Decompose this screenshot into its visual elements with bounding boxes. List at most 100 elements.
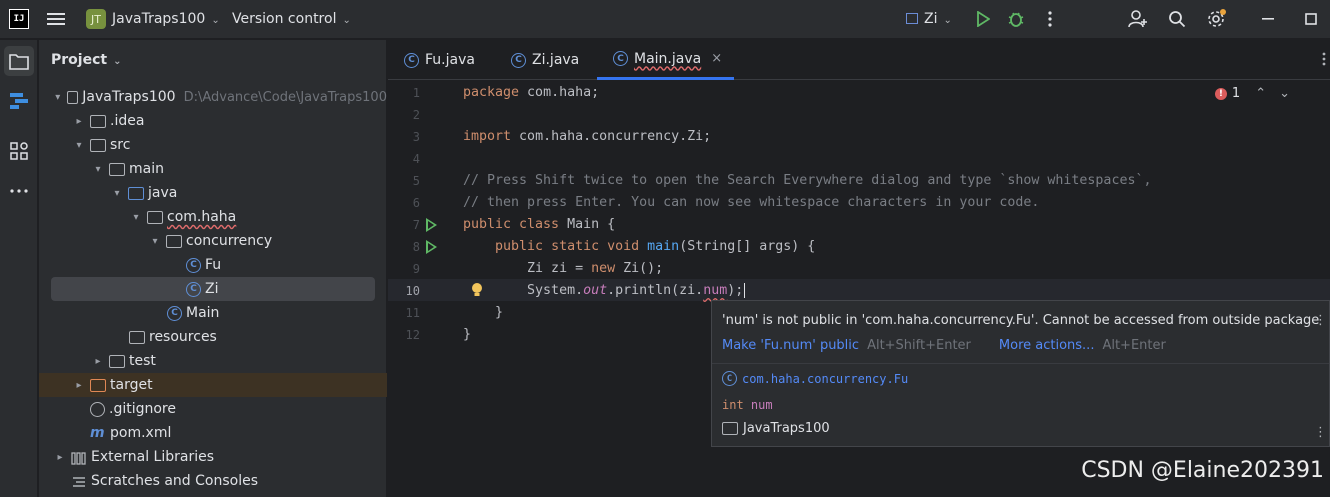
more-vert-icon[interactable]: ⋮	[1314, 425, 1327, 440]
more-horiz-icon[interactable]	[4, 176, 34, 206]
maven-icon: m	[90, 425, 105, 441]
code-line-3[interactable]: import com.haha.concurrency.Zi;	[463, 129, 711, 144]
tree-node-pom[interactable]: m pom.xml	[39, 421, 387, 445]
run-configuration-select[interactable]: Zi ⌄	[906, 11, 952, 27]
more-vert-icon[interactable]	[1322, 52, 1326, 70]
plugins-icon[interactable]	[4, 136, 34, 166]
inspection-widget[interactable]: ! 1 ⌃ ⌄	[1214, 86, 1290, 101]
run-icon[interactable]	[972, 8, 994, 30]
code-line-10[interactable]: System.out.println(zi.num);	[463, 283, 754, 298]
code-line-7[interactable]: public class Main {	[463, 217, 615, 232]
code-line-6[interactable]: // then press Enter. You can now see whi…	[463, 195, 1039, 210]
tree-node-class-zi[interactable]: C Zi	[51, 277, 375, 301]
project-panel-header[interactable]: Project ⌄	[51, 52, 121, 68]
error-tooltip-popup: 'num' is not public in 'com.haha.concurr…	[711, 300, 1330, 447]
tree-label: resources	[149, 329, 217, 345]
class-icon: C	[186, 281, 201, 297]
tree-node-scratches[interactable]: Scratches and Consoles	[39, 469, 387, 493]
chevron-down-icon[interactable]: ▾	[129, 212, 143, 223]
tree-label: java	[148, 185, 178, 201]
tree-node-src[interactable]: ▾ src	[39, 133, 387, 157]
line-number: 6	[412, 196, 420, 210]
tree-node-class-fu[interactable]: C Fu	[39, 253, 387, 277]
chevron-down-icon[interactable]: ▾	[91, 164, 105, 175]
project-folder-icon[interactable]	[4, 46, 34, 76]
tree-node-resources[interactable]: resources	[39, 325, 387, 349]
line-number: 5	[412, 174, 420, 188]
chevron-down-icon[interactable]: ▾	[53, 92, 63, 103]
tree-label: src	[110, 137, 131, 153]
tab-main-java[interactable]: C Main.java ×	[597, 40, 735, 80]
search-icon[interactable]	[1166, 8, 1188, 30]
project-switcher[interactable]: JavaTraps100 ⌄	[112, 11, 220, 27]
line-number: 9	[412, 262, 420, 276]
class-reference-link[interactable]: C com.haha.concurrency.Fu	[722, 371, 908, 386]
tree-node-test[interactable]: ▸ test	[39, 349, 387, 373]
chevron-down-icon[interactable]: ▾	[148, 236, 162, 247]
tree-node-package-com-haha[interactable]: ▾ com.haha	[39, 205, 387, 229]
chevron-right-icon[interactable]: ▸	[53, 452, 67, 463]
project-name: JavaTraps100	[112, 11, 206, 27]
tool-window-strip	[0, 40, 38, 497]
code-line-12[interactable]: }	[463, 327, 471, 342]
intellij-logo-icon[interactable]: IJ	[9, 9, 29, 29]
run-gutter-icon[interactable]	[426, 240, 437, 254]
add-user-icon[interactable]	[1127, 8, 1149, 30]
package-icon	[166, 234, 182, 248]
debug-icon[interactable]	[1005, 8, 1027, 30]
tree-node-class-main[interactable]: C Main	[39, 301, 387, 325]
chevron-down-icon: ⌄	[113, 56, 122, 67]
module-name: JavaTraps100	[743, 421, 830, 436]
tree-node-target[interactable]: ▸ target	[39, 373, 387, 397]
quick-fix-actions: Make 'Fu.num' public Alt+Shift+Enter More …	[722, 338, 1194, 353]
class-icon: C	[167, 305, 182, 321]
tree-label: External Libraries	[91, 449, 214, 465]
tree-node-main[interactable]: ▾ main	[39, 157, 387, 181]
structure-icon[interactable]	[4, 86, 34, 116]
tree-node-idea[interactable]: ▸ .idea	[39, 109, 387, 133]
tab-label: Zi.java	[532, 52, 580, 68]
chevron-down-icon: ⌄	[943, 15, 952, 26]
tab-zi-java[interactable]: C Zi.java	[507, 40, 579, 80]
line-number: 3	[412, 130, 420, 144]
chevron-down-icon: ⌄	[342, 15, 351, 26]
chevron-down-icon[interactable]: ▾	[110, 188, 124, 199]
more-vert-icon[interactable]: ⋮	[1314, 313, 1327, 328]
module-folder-icon	[722, 422, 738, 435]
chevron-right-icon[interactable]: ▸	[91, 356, 105, 367]
chevron-up-icon[interactable]: ⌃	[1255, 86, 1266, 101]
version-control-menu[interactable]: Version control ⌄	[232, 11, 351, 27]
line-number: 12	[405, 328, 420, 342]
code-line-1[interactable]: package com.haha;	[463, 85, 599, 100]
chevron-down-icon[interactable]: ⌄	[1279, 86, 1290, 101]
tree-node-package-concurrency[interactable]: ▾ concurrency	[39, 229, 387, 253]
run-gutter-icon[interactable]	[426, 218, 437, 232]
tree-node-gitignore[interactable]: .gitignore	[39, 397, 387, 421]
code-line-8[interactable]: public static void main(String[] args) {	[463, 239, 815, 254]
source-folder-icon	[128, 186, 144, 200]
text-caret	[744, 283, 754, 298]
hamburger-menu-icon[interactable]	[46, 10, 66, 28]
maximize-icon[interactable]	[1300, 8, 1322, 30]
chevron-right-icon[interactable]: ▸	[72, 380, 86, 391]
more-actions-link[interactable]: More actions...	[999, 338, 1095, 353]
code-line-5[interactable]: // Press Shift twice to open the Search …	[463, 173, 1151, 188]
chevron-down-icon[interactable]: ▾	[72, 140, 86, 151]
tab-fu-java[interactable]: C Fu.java	[400, 40, 475, 80]
close-icon[interactable]: ×	[711, 51, 722, 66]
project-panel-title: Project	[51, 52, 108, 68]
tree-label: .idea	[110, 113, 145, 129]
code-line-11[interactable]: }	[463, 305, 503, 320]
tree-node-java[interactable]: ▾ java	[39, 181, 387, 205]
tree-node-external-libraries[interactable]: ▸ External Libraries	[39, 445, 387, 469]
chevron-right-icon[interactable]: ▸	[72, 116, 86, 127]
editor-tabs: C Fu.java C Zi.java C Main.java ×	[388, 40, 1330, 80]
tree-node-module[interactable]: ▾ JavaTraps100 D:\Advance\Code\JavaTraps…	[39, 85, 387, 109]
minimize-icon[interactable]	[1257, 8, 1279, 30]
code-line-9[interactable]: Zi zi = new Zi();	[463, 261, 663, 276]
folder-icon	[109, 162, 125, 176]
make-public-action[interactable]: Make 'Fu.num' public	[722, 338, 859, 353]
project-badge[interactable]: JT	[86, 9, 106, 29]
settings-icon[interactable]	[1205, 8, 1227, 30]
more-vert-icon[interactable]	[1039, 8, 1061, 30]
